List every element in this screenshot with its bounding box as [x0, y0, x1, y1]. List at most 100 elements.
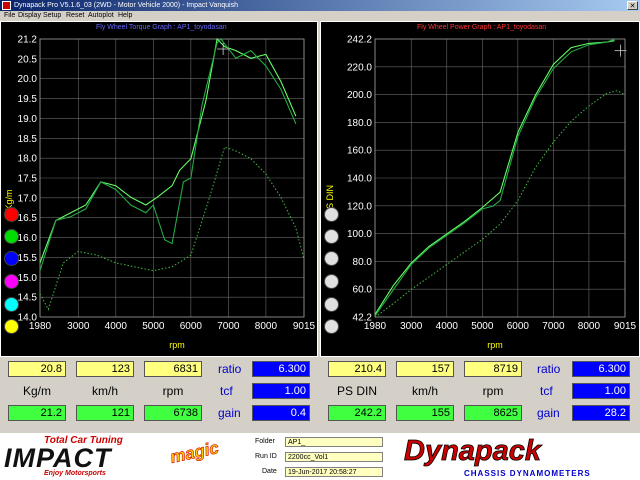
- torque-xtick-label: 9015: [293, 321, 316, 332]
- speed-at-max: 121: [76, 405, 134, 421]
- tcf-label: tcf: [220, 384, 233, 398]
- torque-ytick-label: 20.0: [18, 74, 38, 85]
- ratio-value-2: 6.300: [572, 361, 630, 377]
- series-dot-green[interactable]: [4, 229, 19, 244]
- menu-file[interactable]: File: [4, 11, 15, 21]
- ratio-label: ratio: [218, 362, 242, 376]
- torque-xtick-label: 7000: [217, 321, 240, 332]
- torque-ytick-label: 20.5: [18, 54, 38, 65]
- speed-at-max-2: 155: [396, 405, 454, 421]
- runid-label: Run ID: [255, 453, 277, 460]
- torque-xlabel: rpm: [169, 340, 185, 350]
- power-ytick-label: 160.0: [347, 146, 372, 157]
- torque-ytick-label: 15.0: [18, 273, 38, 284]
- torque-xtick-label: 3000: [67, 321, 90, 332]
- torque-xtick-label: 4000: [105, 321, 128, 332]
- tcf-value: 1.00: [252, 383, 310, 399]
- app-icon: [2, 1, 11, 10]
- power-xtick-label: 8000: [578, 321, 601, 332]
- series-dot-gray-3[interactable]: [324, 251, 339, 266]
- torque-xtick-label: 6000: [180, 321, 203, 332]
- unit-kmh: km/h: [91, 384, 118, 398]
- torque-ytick-label: 19.5: [18, 94, 38, 105]
- power-xtick-label: 4000: [436, 321, 459, 332]
- menu-bar: File Display Setup Reset Autoplot Help: [0, 11, 640, 21]
- torque-graph-panel[interactable]: Fly Wheel Torque Graph : AP1_toyodasan K…: [0, 21, 318, 357]
- series-dot-gray-2[interactable]: [324, 229, 339, 244]
- power-max: 242.2: [328, 405, 386, 421]
- power-ytick-label: 140.0: [347, 174, 372, 185]
- menu-display[interactable]: Display: [18, 11, 41, 21]
- logo-bottom-text: Enjoy Motorsports: [44, 470, 106, 477]
- window-title: Dynapack Pro V5.1.6_03 (2WD - Motor Vehi…: [14, 2, 238, 9]
- series-dot-gray-1[interactable]: [324, 207, 339, 222]
- rpm-at-max: 6738: [144, 405, 202, 421]
- unit-kmh-2: km/h: [411, 384, 438, 398]
- menu-setup[interactable]: Setup: [43, 11, 61, 21]
- power-current: 210.4: [328, 361, 386, 377]
- runid-field[interactable]: 2200cc_Vol1: [285, 452, 383, 462]
- menu-help[interactable]: Help: [118, 11, 132, 21]
- dynapack-subtext: CHASSIS DYNAMOMETERS: [464, 469, 591, 478]
- menu-reset[interactable]: Reset: [66, 11, 84, 21]
- torque-ytick-label: 17.0: [18, 193, 38, 204]
- gain-value-2: 28.2: [572, 405, 630, 421]
- folder-field[interactable]: AP1_: [285, 437, 383, 447]
- power-xtick-label: 3000: [400, 321, 423, 332]
- power-ytick-label: 220.0: [347, 62, 372, 73]
- power-xlabel: rpm: [487, 340, 503, 350]
- impact-logo: Total Car Tuning IMPACT magic Enjoy Moto…: [4, 435, 244, 479]
- series-dot-cyan[interactable]: [4, 297, 19, 312]
- dynapack-logo: Dynapack CHASSIS DYNAMOMETERS: [400, 435, 636, 479]
- power-chart: PS DIN rpm 242.2220.0200.0180.0160.0140.…: [325, 35, 637, 351]
- series-dot-magenta[interactable]: [4, 274, 19, 289]
- torque-ytick-label: 16.0: [18, 233, 38, 244]
- close-button[interactable]: ✕: [627, 1, 638, 10]
- speed-current: 123: [76, 361, 134, 377]
- torque-ytick-label: 16.5: [18, 213, 38, 224]
- series-dot-gray-4[interactable]: [324, 274, 339, 289]
- power-graph-panel[interactable]: Fly Wheel Power Graph : AP1_toyodasan PS…: [320, 21, 640, 357]
- torque-ytick-label: 18.5: [18, 134, 38, 145]
- torque-ytick-label: 15.5: [18, 253, 38, 264]
- power-xtick-label: 9015: [614, 321, 637, 332]
- power-ytick-label: 80.0: [353, 257, 373, 268]
- power-xtick-label: 5000: [471, 321, 494, 332]
- ratio-label-2: ratio: [537, 362, 561, 376]
- unit-rpm: rpm: [162, 384, 184, 398]
- gain-value: 0.4: [252, 405, 310, 421]
- series-dot-yellow[interactable]: [4, 319, 19, 334]
- torque-ytick-label: 21.2: [18, 35, 38, 46]
- power-ytick-label: 200.0: [347, 90, 372, 101]
- power-xtick-label: 7000: [542, 321, 565, 332]
- series-dot-gray-5[interactable]: [324, 297, 339, 312]
- power-ytick-label: 180.0: [347, 118, 372, 129]
- folder-label: Folder: [255, 438, 275, 445]
- rpm-at-max-2: 8625: [464, 405, 522, 421]
- rpm-current: 6831: [144, 361, 202, 377]
- series-dot-gray-6[interactable]: [324, 319, 339, 334]
- power-ytick-label: 60.0: [353, 285, 373, 296]
- date-field: 19-Jun-2017 20:58:27: [285, 467, 383, 477]
- power-series-line-2: [374, 38, 615, 317]
- power-ytick-label: 242.2: [347, 35, 372, 46]
- ratio-value: 6.300: [252, 361, 310, 377]
- torque-ytick-label: 14.5: [18, 293, 38, 304]
- rpm-current-2: 8719: [464, 361, 522, 377]
- torque-series-line-3: [39, 146, 305, 311]
- date-label: Date: [262, 468, 277, 475]
- unit-psdin: PS DIN: [336, 384, 377, 398]
- power-series-line-3: [374, 90, 626, 318]
- power-xtick-label: 1980: [364, 321, 387, 332]
- torque-ytick-label: 17.5: [18, 174, 38, 185]
- gain-label: gain: [218, 406, 241, 420]
- series-dot-blue[interactable]: [4, 251, 19, 266]
- power-ytick-label: 100.0: [347, 229, 372, 240]
- tcf-label-2: tcf: [540, 384, 553, 398]
- menu-autoplot[interactable]: Autoplot: [88, 11, 114, 21]
- torque-xtick-label: 8000: [255, 321, 278, 332]
- tcf-value-2: 1.00: [572, 383, 630, 399]
- torque-ytick-label: 18.0: [18, 154, 38, 165]
- torque-current: 20.8: [8, 361, 66, 377]
- series-dot-red[interactable]: [4, 207, 19, 222]
